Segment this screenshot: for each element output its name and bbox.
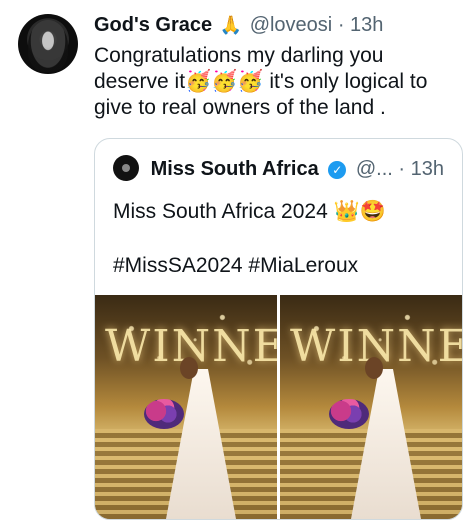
separator-dot: · xyxy=(398,158,406,180)
quoted-author-avatar[interactable] xyxy=(113,155,139,181)
quoted-tweet-text: Miss South Africa 2024 👑🤩 xyxy=(113,200,386,223)
tweet-header: God's Grace 🙏 @loveosi · 13h xyxy=(94,12,464,38)
author-handle[interactable]: @loveosi xyxy=(250,14,333,36)
quoted-author-name[interactable]: Miss South Africa xyxy=(151,158,319,180)
quoted-tweet-hashtags[interactable]: #MissSA2024 #MiaLeroux xyxy=(113,253,452,279)
photo-grid: WINNE WINNE xyxy=(95,295,462,519)
author-name[interactable]: God's Grace xyxy=(94,14,212,36)
quoted-tweet-header: Miss South Africa ✓ @... · 13h xyxy=(113,155,452,182)
quoted-tweet-timestamp[interactable]: 13h xyxy=(411,158,444,180)
photo-2[interactable]: WINNE xyxy=(280,295,462,519)
avatar-portrait xyxy=(28,20,68,72)
separator-dot: · xyxy=(337,14,345,36)
quoted-tweet-card[interactable]: Miss South Africa ✓ @... · 13h Miss Sout… xyxy=(94,138,463,520)
verified-badge-icon: ✓ xyxy=(328,161,347,179)
bouquet xyxy=(144,399,184,429)
bouquet xyxy=(329,399,369,429)
winner-head xyxy=(180,357,198,379)
quoted-author-handle[interactable]: @... xyxy=(356,158,393,180)
author-avatar[interactable] xyxy=(18,14,78,74)
folded-hands-emoji-icon: 🙏 xyxy=(219,15,243,35)
tweet-timestamp[interactable]: 13h xyxy=(350,14,383,36)
tweet-text: Congratulations my darling you deserve i… xyxy=(94,44,428,119)
photo-1[interactable]: WINNE xyxy=(95,295,277,519)
winner-head xyxy=(365,357,383,379)
